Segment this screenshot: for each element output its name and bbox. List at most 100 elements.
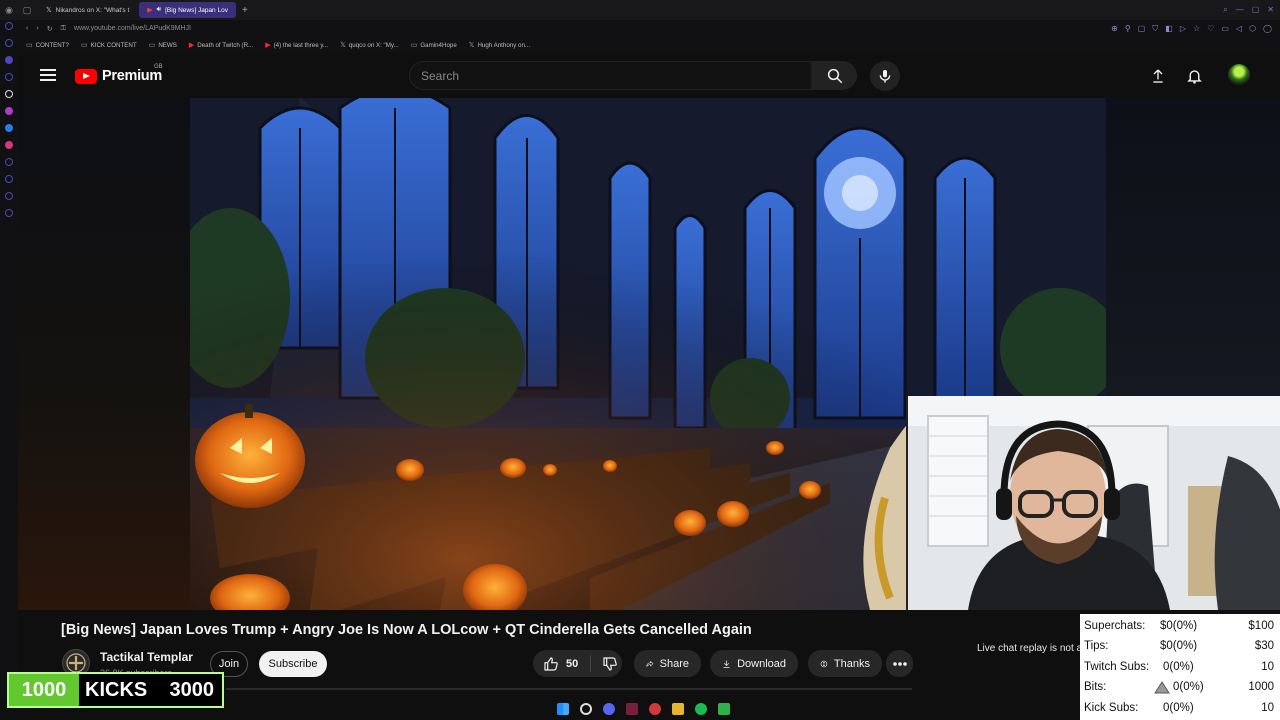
search-button[interactable]: [812, 61, 857, 90]
download-button[interactable]: Download: [710, 650, 798, 677]
minimize-icon[interactable]: —: [1236, 5, 1244, 15]
like-dislike-group: 50: [533, 650, 622, 677]
templar-cross-icon: [66, 653, 86, 673]
sidebar-player-icon[interactable]: [5, 73, 13, 81]
bookmark-death-of-twitch[interactable]: ▶ Death of Twitch (R...: [189, 41, 253, 50]
pin-icon[interactable]: ⚲: [1125, 24, 1131, 34]
goal-label: Bits:: [1084, 681, 1107, 693]
goal-value: $0(0%): [1160, 640, 1198, 652]
browser-tab-strip: ◉ ▢ 𝕏 Nikandros on X: "What's t ▶ 🔊︎ [Bi…: [0, 0, 1280, 20]
sidebar-gear-icon[interactable]: [5, 209, 13, 217]
shield-icon[interactable]: ⛉: [1152, 24, 1158, 34]
dislike-button[interactable]: [597, 656, 622, 672]
bookmark-hugh-anthony[interactable]: 𝕏 Hugh Anthony on...: [469, 41, 530, 50]
more-actions-button[interactable]: [886, 650, 913, 677]
sidebar-instagram-icon[interactable]: [5, 141, 13, 149]
search-input[interactable]: [421, 68, 811, 83]
upload-button[interactable]: [1148, 66, 1168, 86]
like-button[interactable]: 50: [533, 655, 591, 672]
bits-gem-icon: [1154, 681, 1170, 694]
sidebar-messenger-icon[interactable]: [5, 56, 13, 64]
speaker-icon[interactable]: 🔊︎: [157, 6, 161, 14]
sidebar-facebook-messenger-icon[interactable]: [5, 124, 13, 132]
taskbar-search-icon[interactable]: [580, 703, 592, 715]
profile-icon[interactable]: ◯: [1263, 24, 1272, 34]
tab-overview-icon[interactable]: ▢: [18, 0, 36, 20]
back-icon[interactable]: ‹: [26, 25, 28, 32]
site-info-icon[interactable]: ⚿: [61, 25, 66, 33]
bookmark-last-three[interactable]: ▶ (4) the last three y...: [265, 41, 328, 50]
bookmark-folder-kick-content[interactable]: ▭ KICK CONTENT: [81, 41, 137, 50]
super-thanks-icon: [820, 660, 828, 667]
channel-name[interactable]: Tactikal Templar: [100, 650, 193, 664]
divider: [226, 688, 912, 690]
user-avatar[interactable]: [1228, 64, 1250, 86]
cast-icon[interactable]: ▭: [1221, 24, 1229, 34]
new-tab-button[interactable]: +: [242, 5, 248, 16]
youtube-premium-logo[interactable]: Premium: [75, 68, 162, 84]
ambient-right: [1106, 98, 1280, 398]
extension-icon[interactable]: ⬡: [1249, 24, 1256, 34]
sidebar-settings-icon[interactable]: [5, 158, 13, 166]
snapshot-icon[interactable]: ▢: [1138, 24, 1146, 34]
url-field[interactable]: www.youtube.com/live/LAPudK9MHJI: [74, 25, 191, 32]
bookmark-folder-content[interactable]: ▭ CONTENT?: [26, 41, 69, 50]
folder-icon: ▭: [148, 42, 156, 49]
search-tabs-icon[interactable]: ⌕: [1223, 5, 1227, 15]
goal-value: 0(0%): [1173, 681, 1204, 693]
goal-label: Tips:: [1084, 640, 1109, 652]
sidebar-history-icon[interactable]: [5, 22, 13, 30]
kicks-label: KICKS: [85, 678, 148, 701]
subscribe-button[interactable]: Subscribe: [259, 651, 327, 677]
x-logo-icon: 𝕏: [46, 7, 52, 14]
bookmark-star-icon[interactable]: ☆: [1193, 24, 1200, 34]
share-icon: [646, 660, 654, 667]
xbox-icon[interactable]: [718, 703, 730, 715]
browser-menu-icon[interactable]: ◉: [0, 0, 18, 20]
thumbs-down-icon: [602, 656, 617, 671]
goal-target: $30: [1254, 640, 1274, 652]
sidebar-clock-icon[interactable]: [5, 175, 13, 183]
spotify-icon[interactable]: [695, 703, 707, 715]
menu-icon[interactable]: [40, 69, 56, 81]
thumbs-up-icon: [544, 656, 558, 671]
audio-icon[interactable]: ◁: [1236, 24, 1242, 34]
discord-icon[interactable]: [603, 703, 615, 715]
sidebar-bookmark-icon[interactable]: [5, 39, 13, 47]
close-window-icon[interactable]: ✕: [1267, 5, 1274, 15]
folder-icon: ▭: [410, 42, 418, 49]
goal-target: $100: [1248, 620, 1274, 632]
sidebar-extensions-icon[interactable]: [5, 192, 13, 200]
youtube-play-logo-icon: [75, 68, 97, 84]
media-app-icon[interactable]: [649, 703, 661, 715]
windows-start-icon[interactable]: [557, 703, 569, 715]
zoom-icon[interactable]: ⊕: [1111, 24, 1118, 34]
file-explorer-icon[interactable]: [672, 703, 684, 715]
bookmark-folder-news[interactable]: ▭ NEWS: [148, 41, 177, 50]
notifications-button[interactable]: [1184, 66, 1204, 86]
tab-label: [Big News] Japan Lov: [165, 6, 228, 14]
sidebar-twitch-icon[interactable]: [5, 107, 13, 115]
voice-search-button[interactable]: [870, 61, 900, 91]
opera-gx-icon[interactable]: [626, 703, 638, 715]
ad-block-icon[interactable]: ◧: [1165, 24, 1173, 34]
goal-row-tips: Tips: $0(0%) $30: [1080, 636, 1280, 656]
thanks-button[interactable]: Thanks: [808, 650, 882, 677]
tab-youtube-video[interactable]: ▶ 🔊︎ [Big News] Japan Lov: [139, 2, 236, 18]
tab-nikandros[interactable]: 𝕏 Nikandros on X: "What's t: [38, 2, 137, 18]
goal-row-bits: Bits: 0(0%) 1000: [1080, 677, 1280, 697]
x-logo-icon: 𝕏: [340, 42, 346, 49]
goal-row-twitch-subs: Twitch Subs: 0(0%) 10: [1080, 657, 1280, 677]
play-icon[interactable]: ▷: [1180, 24, 1186, 34]
forward-icon[interactable]: ›: [36, 25, 38, 32]
search-box: [409, 61, 812, 90]
reload-icon[interactable]: ↻: [47, 25, 53, 33]
bookmark-quqco[interactable]: 𝕏quqco on X: "My...: [340, 41, 399, 50]
webcam-overlay: [906, 396, 1280, 610]
microphone-icon: [879, 70, 891, 83]
maximize-icon[interactable]: ▢: [1252, 5, 1260, 15]
sidebar-arrow-icon[interactable]: [5, 90, 13, 98]
heart-icon[interactable]: ♡: [1207, 24, 1214, 34]
share-button[interactable]: Share: [634, 650, 701, 677]
bookmark-gamin4hope[interactable]: ▭ Gamin4Hope: [410, 41, 457, 50]
